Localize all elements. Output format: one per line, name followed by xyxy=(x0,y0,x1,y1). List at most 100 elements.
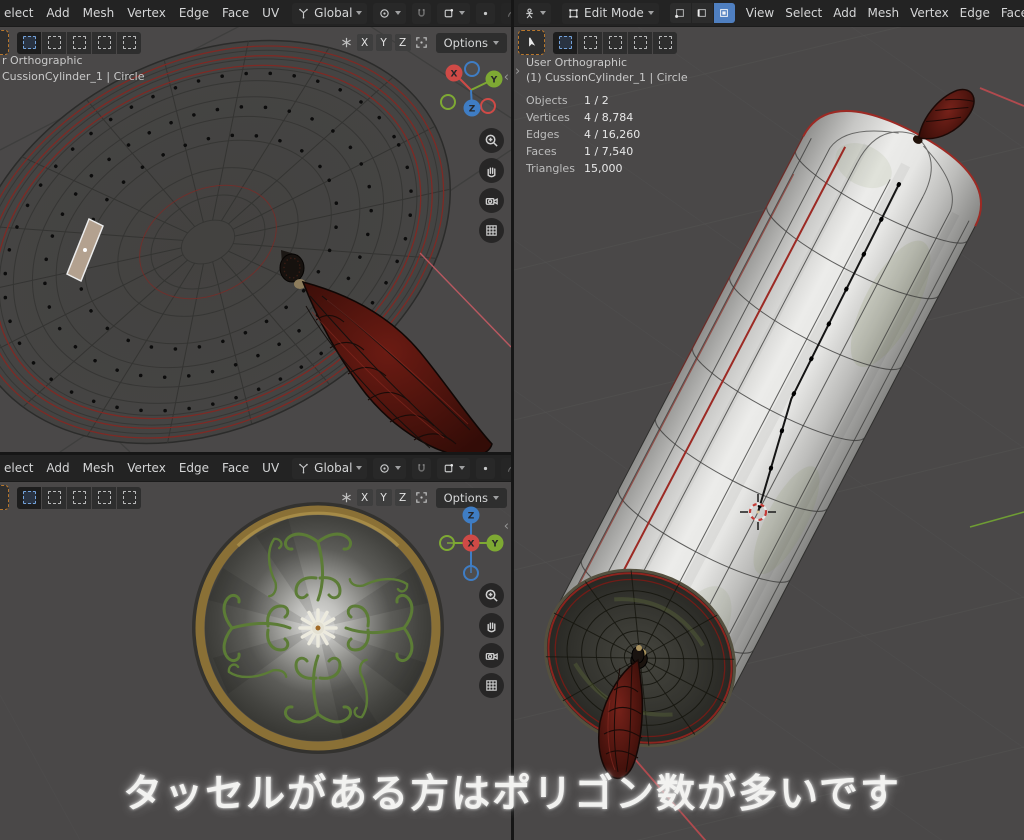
select-box-intersect-button[interactable] xyxy=(117,32,141,54)
menu-edge[interactable]: Edge xyxy=(179,461,209,475)
mode-dropdown[interactable]: Edit Mode xyxy=(562,3,659,24)
toolbar-right xyxy=(518,30,1020,55)
navigation-gizmo[interactable]: Z Y X xyxy=(439,503,505,585)
axis-y-button[interactable]: Y xyxy=(376,489,392,506)
axis-y-button[interactable]: Y xyxy=(376,34,392,51)
viewport-divider-horizontal[interactable] xyxy=(0,452,511,455)
menu-face[interactable]: Face xyxy=(1001,6,1024,20)
snap-toggle-button[interactable] xyxy=(412,458,431,479)
falloff-dropdown[interactable] xyxy=(501,3,511,24)
menu-view[interactable]: View xyxy=(746,6,774,20)
gizmo-neg-y-ball[interactable] xyxy=(440,536,454,550)
select-box-invert-button[interactable] xyxy=(92,32,116,54)
scene-bottom-left-canvas[interactable] xyxy=(0,455,511,840)
editor-type-dropdown[interactable] xyxy=(518,3,551,24)
menu-add[interactable]: Add xyxy=(46,6,69,20)
vertex-select-mode-button[interactable] xyxy=(670,3,691,23)
active-tool-button[interactable] xyxy=(0,30,9,55)
select-box-intersect-button[interactable] xyxy=(653,32,677,54)
snap-target-dropdown[interactable] xyxy=(437,458,470,479)
menu-edge[interactable]: Edge xyxy=(960,6,990,20)
select-box-subtract-button[interactable] xyxy=(67,32,91,54)
menu-face[interactable]: Face xyxy=(222,6,249,20)
pan-button[interactable] xyxy=(479,158,504,183)
menu-uv[interactable]: UV xyxy=(262,6,279,20)
proportional-edit-button[interactable] xyxy=(476,458,495,479)
select-box-extend-button[interactable] xyxy=(578,32,602,54)
edit-mode-icon xyxy=(567,7,580,20)
gizmo-neg-z-ball[interactable] xyxy=(465,62,479,76)
zoom-button[interactable] xyxy=(479,128,504,153)
scene-right-canvas[interactable] xyxy=(514,0,1024,840)
scene-top-left-canvas[interactable] xyxy=(0,0,511,452)
mesh-select-mode-group xyxy=(670,3,735,23)
menu-mesh[interactable]: Mesh xyxy=(83,6,115,20)
axis-x-button[interactable]: X xyxy=(357,34,373,51)
menu-select[interactable]: elect xyxy=(4,6,33,20)
grid-toggle-button[interactable] xyxy=(479,673,504,698)
grid-toggle-button[interactable] xyxy=(479,218,504,243)
select-box-subtract-button[interactable] xyxy=(603,32,627,54)
viewport-top-left[interactable]: elect Add Mesh Vertex Edge Face UV Globa… xyxy=(0,0,511,452)
pan-button[interactable] xyxy=(479,613,504,638)
select-box-new-button[interactable] xyxy=(17,32,41,54)
axis-x-button[interactable]: X xyxy=(357,489,373,506)
select-box-new-button[interactable] xyxy=(17,487,41,509)
pivot-dropdown[interactable] xyxy=(373,3,406,24)
snap-corners-icon[interactable] xyxy=(414,490,429,505)
menu-mesh[interactable]: Mesh xyxy=(83,461,115,475)
snap-target-dropdown[interactable] xyxy=(437,3,470,24)
menu-edge[interactable]: Edge xyxy=(179,6,209,20)
toolbar-top-left: X Y Z Options xyxy=(4,30,507,55)
select-box-invert-button[interactable] xyxy=(92,487,116,509)
gizmo-neg-x-ball[interactable] xyxy=(481,99,495,113)
select-box-new-button[interactable] xyxy=(553,32,577,54)
orientation-dropdown[interactable]: Global xyxy=(292,458,367,479)
camera-view-button[interactable] xyxy=(479,188,504,213)
svg-text:X: X xyxy=(468,540,475,550)
menu-select[interactable]: elect xyxy=(4,461,33,475)
viewport-right[interactable]: Edit Mode View Select Add Mesh Vertex Ed… xyxy=(514,0,1024,840)
select-box-subtract-button[interactable] xyxy=(67,487,91,509)
menu-uv[interactable]: UV xyxy=(262,461,279,475)
menu-face[interactable]: Face xyxy=(222,461,249,475)
select-box-extend-button[interactable] xyxy=(42,32,66,54)
viewport-bottom-left[interactable]: elect Add Mesh Vertex Edge Face UV Globa… xyxy=(0,455,511,840)
viewport-divider-vertical[interactable] xyxy=(511,0,514,840)
gizmo-neg-y-ball[interactable] xyxy=(441,95,455,109)
select-subtract-icon xyxy=(609,36,622,49)
select-box-intersect-button[interactable] xyxy=(117,487,141,509)
grid-icon xyxy=(484,223,499,238)
gizmo-neg-z-ball[interactable] xyxy=(464,566,478,580)
navigation-gizmo[interactable]: X Y Z xyxy=(439,56,505,122)
select-box-invert-button[interactable] xyxy=(628,32,652,54)
axis-z-button[interactable]: Z xyxy=(395,34,411,51)
camera-view-button[interactable] xyxy=(479,643,504,668)
menu-vertex[interactable]: Vertex xyxy=(127,6,166,20)
menu-mesh[interactable]: Mesh xyxy=(868,6,900,20)
pivot-dropdown[interactable] xyxy=(373,458,406,479)
active-tool-button[interactable] xyxy=(518,30,545,55)
options-dropdown[interactable]: Options xyxy=(436,33,507,53)
menu-select[interactable]: Select xyxy=(785,6,822,20)
snap-toggle-button[interactable] xyxy=(412,3,431,24)
menu-vertex[interactable]: Vertex xyxy=(127,461,166,475)
menu-add[interactable]: Add xyxy=(46,461,69,475)
select-box-extend-button[interactable] xyxy=(42,487,66,509)
axis-z-button[interactable]: Z xyxy=(395,489,411,506)
zoom-button[interactable] xyxy=(479,583,504,608)
falloff-dropdown[interactable] xyxy=(501,458,511,479)
select-intersect-icon xyxy=(123,491,136,504)
active-tool-button[interactable] xyxy=(0,485,9,510)
face-select-mode-button[interactable] xyxy=(714,3,735,23)
edge-select-mode-button[interactable] xyxy=(692,3,713,23)
transform-gizmo-icon[interactable] xyxy=(339,490,354,505)
menu-vertex[interactable]: Vertex xyxy=(910,6,949,20)
proportional-edit-button[interactable] xyxy=(476,3,495,24)
cursor-icon xyxy=(0,491,2,504)
menu-add[interactable]: Add xyxy=(833,6,856,20)
chevron-down-icon xyxy=(356,11,362,15)
snap-corners-icon[interactable] xyxy=(414,35,429,50)
orientation-dropdown[interactable]: Global xyxy=(292,3,367,24)
transform-gizmo-icon[interactable] xyxy=(339,35,354,50)
